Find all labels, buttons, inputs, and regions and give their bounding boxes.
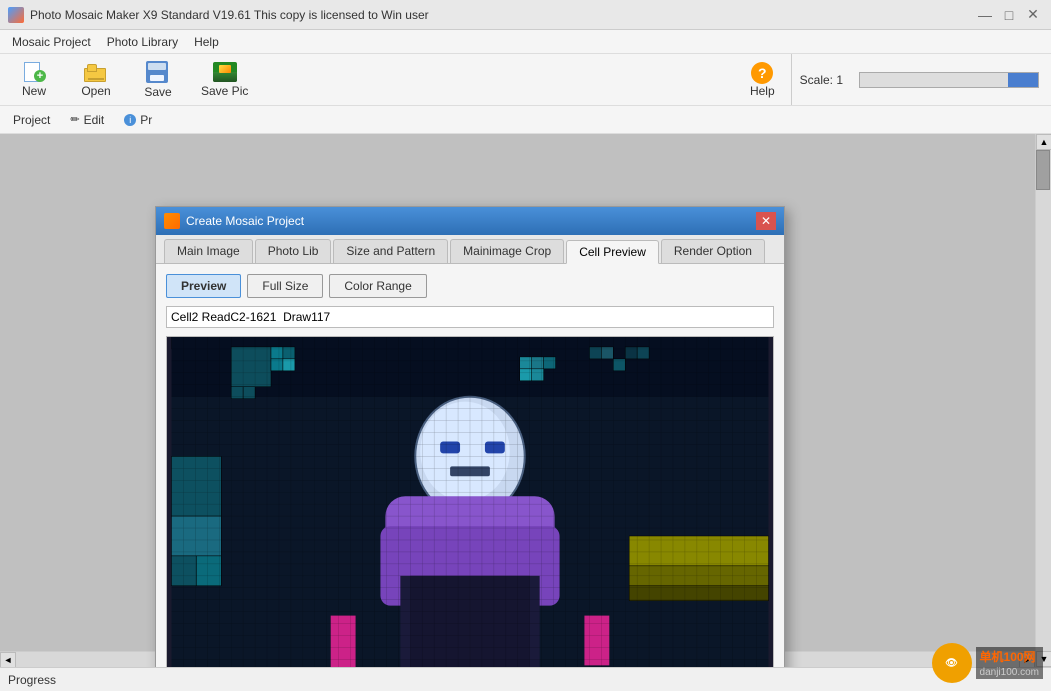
- tab-photo-lib[interactable]: Photo Lib: [255, 239, 332, 263]
- status-text-field[interactable]: [166, 306, 774, 328]
- status-bar: Progress: [0, 667, 1051, 691]
- progress-label: Progress: [8, 673, 56, 687]
- tab-main-image[interactable]: Main Image: [164, 239, 253, 263]
- menu-help[interactable]: Help: [186, 33, 227, 51]
- app-icon: [8, 7, 24, 23]
- create-mosaic-dialog: Create Mosaic Project ✕ Main Image Photo…: [155, 206, 785, 691]
- mosaic-svg: [167, 337, 773, 691]
- watermark-text: 单机100网 danji100.com: [976, 647, 1043, 679]
- scale-bar[interactable]: [859, 72, 1039, 88]
- open-label: Open: [81, 84, 110, 98]
- scroll-up-button[interactable]: ▲: [1036, 134, 1051, 150]
- window-controls: — □ ✕: [975, 5, 1043, 25]
- full-size-button[interactable]: Full Size: [247, 274, 323, 298]
- project-label: Project: [13, 113, 50, 127]
- save-pic-button[interactable]: Save Pic: [190, 57, 259, 103]
- edit-label: Edit: [84, 113, 105, 127]
- dialog-content: Preview Full Size Color Range: [156, 264, 784, 691]
- scale-label: Scale: 1: [800, 73, 843, 87]
- menu-bar: Mosaic Project Photo Library Help: [0, 30, 1051, 54]
- dialog-icon: [164, 213, 180, 229]
- edit-button[interactable]: ✏ Edit: [61, 109, 113, 131]
- pr-button[interactable]: i Pr: [115, 109, 161, 131]
- mosaic-image-area: [166, 336, 774, 691]
- tab-size-and-pattern[interactable]: Size and Pattern: [333, 239, 448, 263]
- new-icon: +: [22, 62, 46, 82]
- save-icon: [146, 61, 170, 83]
- watermark-icon: 👁: [932, 643, 972, 683]
- scroll-left-button[interactable]: ◄: [0, 652, 16, 668]
- save-label: Save: [144, 85, 171, 99]
- title-bar: Photo Mosaic Maker X9 Standard V19.61 Th…: [0, 0, 1051, 30]
- right-scrollbar[interactable]: ▲ ▼: [1035, 134, 1051, 667]
- new-button[interactable]: + New: [4, 57, 64, 103]
- app-title: Photo Mosaic Maker X9 Standard V19.61 Th…: [30, 8, 975, 22]
- maximize-button[interactable]: □: [999, 5, 1019, 25]
- tab-render-option[interactable]: Render Option: [661, 239, 765, 263]
- save-pic-label: Save Pic: [201, 84, 248, 98]
- dialog-title: Create Mosaic Project: [186, 214, 756, 228]
- tab-cell-preview[interactable]: Cell Preview: [566, 240, 659, 264]
- tab-mainimage-crop[interactable]: Mainimage Crop: [450, 239, 564, 263]
- help-button[interactable]: ? Help: [740, 57, 785, 103]
- pr-label: Pr: [140, 113, 152, 127]
- project-button[interactable]: Project: [4, 109, 59, 131]
- minimize-button[interactable]: —: [975, 5, 995, 25]
- help-label: Help: [750, 84, 775, 98]
- edit-icon: ✏: [70, 113, 79, 126]
- save-button[interactable]: Save: [128, 57, 188, 103]
- dialog-title-bar: Create Mosaic Project ✕: [156, 207, 784, 235]
- new-label: New: [22, 84, 46, 98]
- help-icon: ?: [751, 62, 773, 84]
- scroll-track[interactable]: [1036, 150, 1051, 651]
- scale-bar-fill: [1008, 73, 1038, 87]
- watermark: 👁 单机100网 danji100.com: [932, 643, 1043, 683]
- open-icon: [84, 62, 108, 82]
- dialog-tabs: Main Image Photo Lib Size and Pattern Ma…: [156, 235, 784, 264]
- dialog-close-button[interactable]: ✕: [756, 212, 776, 230]
- toolbar: + New Open Save: [0, 54, 1051, 106]
- scroll-thumb[interactable]: [1036, 150, 1050, 190]
- close-button[interactable]: ✕: [1023, 5, 1043, 25]
- status-text-row: [166, 306, 774, 328]
- info-icon: i: [124, 114, 136, 126]
- menu-photo-library[interactable]: Photo Library: [99, 33, 186, 51]
- open-button[interactable]: Open: [66, 57, 126, 103]
- toolbar2: Project ✏ Edit i Pr: [0, 106, 1051, 134]
- save-pic-icon: [213, 62, 237, 82]
- preview-button[interactable]: Preview: [166, 274, 241, 298]
- color-range-button[interactable]: Color Range: [329, 274, 426, 298]
- sub-buttons: Preview Full Size Color Range: [166, 274, 774, 298]
- menu-mosaic-project[interactable]: Mosaic Project: [4, 33, 99, 51]
